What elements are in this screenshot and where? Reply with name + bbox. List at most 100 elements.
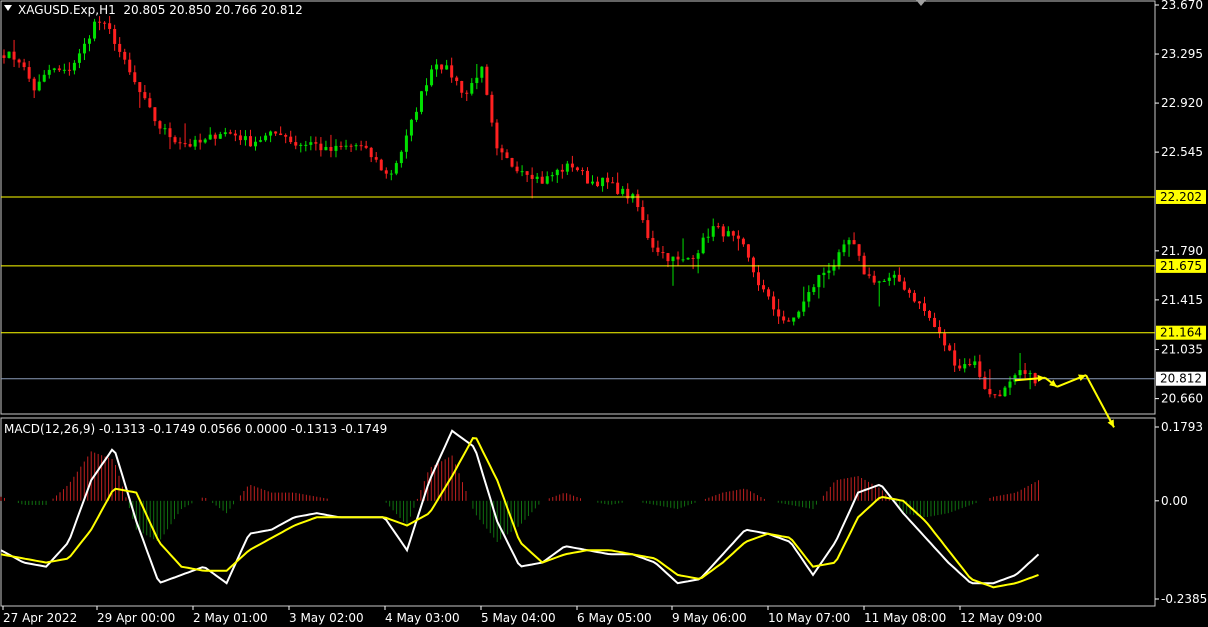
candle-body	[123, 51, 127, 60]
time-tick-label: 12 May 09:00	[960, 611, 1042, 625]
candle-body	[324, 146, 328, 151]
candle-body	[57, 68, 61, 71]
candle-body	[646, 220, 650, 238]
candle-body	[998, 394, 1002, 397]
candle-body	[259, 140, 263, 142]
time-tick-label: 29 Apr 00:00	[97, 611, 175, 625]
candle-body	[304, 144, 308, 146]
candle-body	[1008, 381, 1012, 388]
candle-body	[118, 43, 122, 52]
candle-body	[651, 237, 655, 248]
candle-body	[329, 146, 333, 151]
candle-body	[218, 134, 222, 139]
candle-body	[233, 133, 237, 136]
candle-body	[716, 226, 720, 228]
candle-body	[284, 135, 288, 137]
candle-body	[465, 92, 469, 94]
candle-body	[269, 131, 273, 136]
price-tick-label: 20.660	[1161, 392, 1203, 406]
time-tick-label: 4 May 03:00	[385, 611, 460, 625]
candle-body	[731, 231, 735, 236]
candle-body	[309, 142, 313, 145]
candle-body	[37, 81, 41, 91]
candle-body	[344, 145, 348, 147]
candle-body	[671, 256, 675, 262]
candle-body	[133, 72, 137, 83]
candle-body	[741, 238, 745, 245]
candle-body	[596, 181, 600, 187]
candle-body	[550, 175, 554, 177]
scroll-marker-icon[interactable]	[916, 0, 926, 6]
candle-body	[540, 176, 544, 184]
candle-body	[515, 166, 519, 172]
candle-body	[887, 277, 891, 281]
candle-body	[379, 159, 383, 171]
candle-body	[817, 275, 821, 288]
candle-body	[897, 274, 901, 282]
candle-body	[228, 132, 232, 134]
candle-body	[430, 69, 434, 86]
price-tick-label: 22.920	[1161, 96, 1203, 110]
price-tick-label: 22.545	[1161, 145, 1203, 159]
candle-body	[545, 176, 549, 184]
candle-body	[696, 253, 700, 259]
macd-header: MACD(12,26,9) -0.1313 -0.1749 0.0566 0.0…	[4, 422, 388, 436]
candle-body	[746, 244, 750, 258]
candle-body	[1028, 373, 1032, 375]
candle-body	[565, 163, 569, 172]
candle-body	[148, 98, 152, 108]
candle-body	[163, 128, 167, 130]
candle-body	[52, 68, 56, 70]
candle-body	[691, 257, 695, 259]
candle-body	[777, 309, 781, 317]
ohlc-label: 20.805 20.850 20.766 20.812	[123, 3, 303, 17]
time-tick-label: 11 May 08:00	[864, 611, 946, 625]
candle-body	[42, 74, 46, 82]
candle-body	[711, 226, 715, 237]
candle-body	[917, 301, 921, 304]
candle-body	[47, 69, 51, 75]
candle-body	[676, 256, 680, 260]
candle-body	[661, 252, 665, 254]
candle-body	[772, 296, 776, 310]
chart-header: XAGUSD.Exp,H1 20.805 20.850 20.766 20.81…	[18, 3, 303, 17]
candle-body	[22, 62, 26, 68]
candle-body	[525, 171, 529, 175]
candle-body	[394, 163, 398, 174]
candle-body	[153, 107, 157, 122]
candle-body	[62, 69, 66, 71]
candle-body	[867, 274, 871, 276]
time-tick-label: 6 May 05:00	[577, 611, 652, 625]
candle-body	[223, 132, 227, 135]
candle-body	[389, 173, 393, 175]
candle-body	[656, 247, 660, 253]
candle-body	[751, 257, 755, 273]
candle-body	[254, 141, 257, 147]
candle-body	[113, 28, 117, 44]
candle-body	[435, 64, 439, 70]
candle-body	[409, 119, 413, 136]
candle-body	[872, 275, 876, 283]
price-tick-label: 23.295	[1161, 47, 1203, 61]
candle-body	[611, 182, 615, 184]
collapse-icon[interactable]	[4, 5, 12, 11]
time-tick-label: 27 Apr 2022	[3, 611, 77, 625]
candle-body	[334, 145, 338, 151]
chart-canvas: 23.670 23.295 22.920 22.545 21.790 21.415 21.0…	[0, 0, 1207, 625]
candle-body	[641, 207, 645, 221]
candle-body	[621, 188, 625, 194]
candle-body	[289, 136, 293, 143]
candle-body	[787, 320, 791, 322]
candle-body	[264, 135, 268, 141]
candle-body	[706, 236, 710, 238]
candle-body	[943, 333, 947, 346]
candle-body	[912, 292, 916, 302]
macd-tick-label: -0.2385	[1161, 592, 1207, 606]
candle-body	[847, 240, 851, 245]
candle-body	[384, 170, 388, 174]
current-price-label: 20.812	[1160, 372, 1202, 386]
candle-body	[767, 289, 771, 297]
macd-tick-label: 0.1793	[1161, 420, 1203, 434]
candle-body	[736, 235, 740, 239]
time-tick-label: 2 May 01:00	[193, 611, 268, 625]
